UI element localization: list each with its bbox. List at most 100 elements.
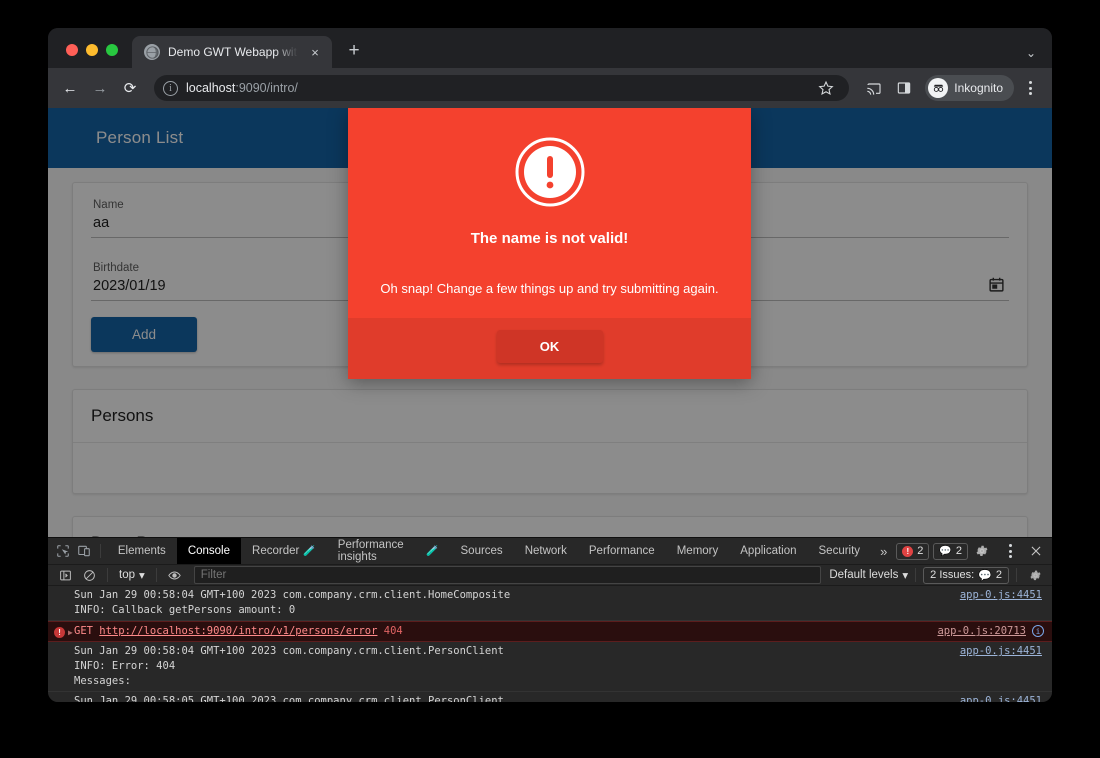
- tab-label: Security: [818, 545, 861, 557]
- close-tab-button[interactable]: ×: [306, 43, 324, 61]
- log-line: Sun Jan 29 00:58:04 GMT+100 2023 com.com…: [74, 589, 511, 602]
- tab-strip: Demo GWT Webapp with Domi × + ⌄: [48, 28, 1052, 68]
- browser-menu-button[interactable]: [1018, 75, 1042, 101]
- chevron-down-icon[interactable]: ⌄: [1026, 46, 1036, 60]
- error-icon: !: [54, 627, 65, 639]
- console-row-error[interactable]: ! ▶ GET http://localhost:9090/intro/v1/p…: [48, 621, 1052, 643]
- url-text: localhost:9090/intro/: [186, 81, 298, 95]
- console-row[interactable]: Sun Jan 29 00:58:04 GMT+100 2023 com.com…: [48, 586, 1052, 622]
- chevron-down-icon: ▾: [139, 570, 145, 583]
- tab-label: Performance insights: [337, 539, 404, 563]
- modal-message: Oh snap! Change a few things up and try …: [380, 281, 719, 296]
- message-icon: 💬: [939, 545, 952, 557]
- back-button[interactable]: ←: [56, 74, 84, 102]
- console-sidebar-icon[interactable]: [54, 565, 76, 585]
- issues-count: 2: [995, 569, 1002, 582]
- source-link[interactable]: app-0.js:4451: [960, 644, 1042, 659]
- log-line: Sun Jan 29 00:58:05 GMT+100 2023 com.com…: [74, 695, 504, 702]
- log-levels-selector[interactable]: Default levels ▾: [829, 568, 908, 582]
- address-bar[interactable]: i localhost:9090/intro/: [154, 75, 850, 101]
- tab-memory[interactable]: Memory: [666, 538, 730, 564]
- tab-elements[interactable]: Elements: [107, 538, 177, 564]
- tab-sources[interactable]: Sources: [450, 538, 514, 564]
- expand-triangle-icon[interactable]: ▶: [68, 625, 73, 640]
- profile-chip[interactable]: Inkognito: [925, 75, 1014, 101]
- tab-network[interactable]: Network: [514, 538, 578, 564]
- reload-button[interactable]: ⟳: [116, 74, 144, 102]
- profile-name: Inkognito: [954, 81, 1003, 95]
- ok-button[interactable]: OK: [496, 330, 603, 363]
- request-method: GET: [74, 625, 93, 638]
- url-path: :9090/intro/: [235, 81, 298, 95]
- devtools-menu-button[interactable]: [998, 538, 1022, 564]
- avatar: [928, 78, 949, 98]
- tab-security[interactable]: Security: [808, 538, 872, 564]
- browser-tab[interactable]: Demo GWT Webapp with Domi ×: [132, 36, 332, 68]
- tab-console[interactable]: Console: [176, 538, 242, 564]
- error-count: 2: [917, 545, 924, 557]
- tab-performance[interactable]: Performance: [578, 538, 666, 564]
- console-filter-bar: top ▾ Default levels ▾ 2 Issues: 💬 2: [48, 565, 1052, 587]
- window-controls: [48, 44, 132, 68]
- log-line: INFO: Error: 404: [74, 660, 176, 673]
- issues-badge[interactable]: 2 Issues: 💬 2: [923, 566, 1009, 584]
- info-icon[interactable]: i: [163, 80, 178, 96]
- context-label: top: [119, 569, 135, 582]
- more-tabs-button[interactable]: »: [871, 538, 896, 564]
- tab-title: Demo GWT Webapp with Domi: [168, 45, 298, 59]
- forward-button[interactable]: →: [86, 74, 114, 102]
- error-count-badge[interactable]: ! 2: [896, 542, 930, 560]
- new-tab-button[interactable]: +: [340, 37, 368, 65]
- live-expression-icon[interactable]: [164, 565, 186, 585]
- source-link[interactable]: app-0.js:4451: [960, 588, 1042, 603]
- devtools-panel: Elements Console Recorder 🧪 Performance i…: [48, 537, 1052, 702]
- tab-label: Console: [187, 545, 231, 557]
- source-link[interactable]: app-0.js:4451: [960, 694, 1042, 702]
- devtools-tabbar-actions: ! 2 💬 2: [896, 538, 1052, 564]
- flask-icon: 🧪: [303, 545, 316, 557]
- browser-window: Demo GWT Webapp with Domi × + ⌄ ← → ⟳ i …: [48, 28, 1052, 702]
- context-selector[interactable]: top ▾: [115, 568, 149, 582]
- tab-label: Elements: [117, 545, 166, 557]
- exclamation-circle-icon: [514, 136, 586, 208]
- minimize-window-button[interactable]: [86, 44, 98, 56]
- message-count-badge[interactable]: 💬 2: [933, 542, 968, 560]
- source-link[interactable]: app-0.js:20713: [937, 624, 1026, 639]
- error-modal: The name is not valid! Oh snap! Change a…: [348, 108, 751, 379]
- issue-info-icon[interactable]: i: [1032, 625, 1044, 638]
- console-row[interactable]: Sun Jan 29 00:58:05 GMT+100 2023 com.com…: [48, 692, 1052, 702]
- error-icon: !: [902, 545, 914, 557]
- modal-title: The name is not valid!: [470, 230, 629, 247]
- close-window-button[interactable]: [66, 44, 78, 56]
- log-line: Messages:: [74, 675, 131, 688]
- message-count: 2: [955, 545, 962, 557]
- log-levels-label: Default levels: [829, 569, 899, 582]
- tab-label: Network: [524, 545, 567, 557]
- tab-recorder[interactable]: Recorder 🧪: [241, 538, 327, 564]
- star-icon[interactable]: [813, 75, 839, 101]
- close-icon[interactable]: [1026, 541, 1046, 561]
- tab-performance-insights[interactable]: Performance insights 🧪: [327, 538, 450, 564]
- cast-icon[interactable]: [861, 75, 887, 101]
- inspect-icon[interactable]: [52, 538, 73, 564]
- side-panel-icon[interactable]: [891, 75, 917, 101]
- browser-toolbar: ← → ⟳ i localhost:9090/intro/ Inkognito: [48, 68, 1052, 108]
- flask-icon: 🧪: [426, 545, 439, 557]
- tab-application[interactable]: Application: [729, 538, 807, 564]
- log-line: Sun Jan 29 00:58:04 GMT+100 2023 com.com…: [74, 645, 504, 658]
- page-viewport: Person List Name aa Birthdate 2023/01/19: [48, 108, 1052, 537]
- device-toolbar-icon[interactable]: [73, 538, 94, 564]
- issues-label: 2 Issues:: [930, 569, 975, 582]
- tab-label: Sources: [460, 545, 503, 557]
- console-row[interactable]: Sun Jan 29 00:58:04 GMT+100 2023 com.com…: [48, 642, 1052, 693]
- tab-label: Memory: [676, 545, 719, 557]
- gear-icon[interactable]: [972, 541, 992, 561]
- error-gutter: ! ▶: [54, 625, 73, 640]
- request-url[interactable]: http://localhost:9090/intro/v1/persons/e…: [99, 625, 377, 637]
- maximize-window-button[interactable]: [106, 44, 118, 56]
- tab-label: Application: [740, 545, 797, 557]
- console-settings-gear-icon[interactable]: [1024, 565, 1046, 585]
- clear-console-icon[interactable]: [78, 565, 100, 585]
- console-log[interactable]: Sun Jan 29 00:58:04 GMT+100 2023 com.com…: [48, 586, 1052, 702]
- filter-input[interactable]: [193, 566, 822, 585]
